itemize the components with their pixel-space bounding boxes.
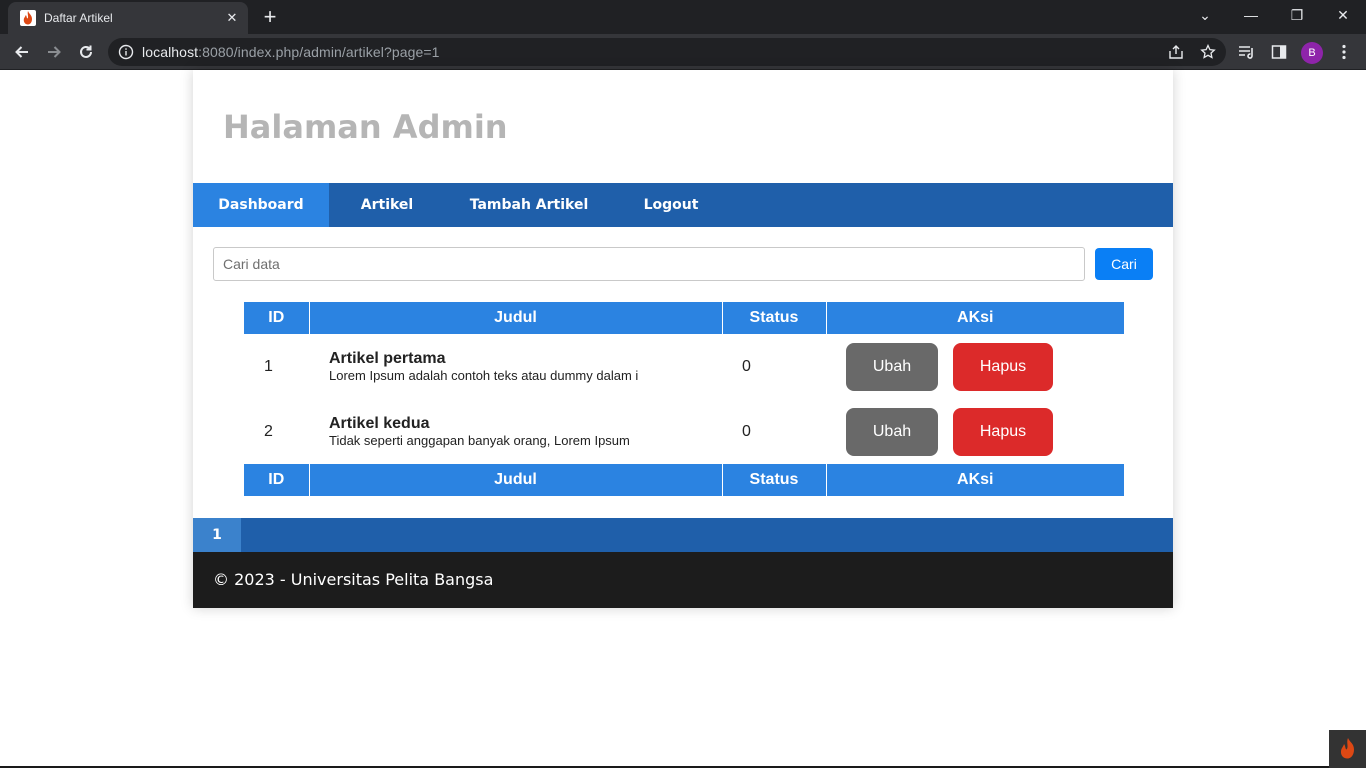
footer-header-id: ID — [244, 464, 310, 496]
url-text: localhost:8080/index.php/admin/artikel?p… — [142, 44, 440, 60]
reading-list-icon[interactable] — [1237, 42, 1257, 62]
browser-toolbar: localhost:8080/index.php/admin/artikel?p… — [0, 34, 1366, 70]
article-table: ID Judul Status AKsi 1 Artikel pertama L… — [244, 302, 1124, 496]
browser-tab-strip: Daftar Artikel ✕ + ⌄ — ❐ ✕ — [0, 0, 1366, 34]
browser-tab[interactable]: Daftar Artikel ✕ — [8, 2, 248, 34]
search-input[interactable] — [213, 247, 1085, 281]
footer-copyright: © 2023 - Universitas Pelita Bangsa — [213, 570, 494, 589]
tab-title: Daftar Artikel — [44, 11, 113, 25]
forward-arrow-icon[interactable] — [42, 40, 66, 64]
delete-button[interactable]: Hapus — [953, 342, 1053, 391]
close-window-button[interactable]: ✕ — [1320, 0, 1366, 30]
column-header-id: ID — [244, 302, 310, 334]
tab-search-chevron-icon[interactable]: ⌄ — [1182, 0, 1228, 30]
article-title: Artikel pertama — [329, 349, 446, 367]
row-id: 2 — [264, 422, 273, 440]
side-panel-icon[interactable] — [1269, 42, 1289, 62]
tab-close-icon[interactable]: ✕ — [224, 10, 240, 26]
profile-avatar[interactable]: B — [1301, 42, 1323, 64]
row-judul: Artikel kedua Tidak seperti anggapan ban… — [309, 399, 722, 464]
row-status: 0 — [742, 422, 751, 440]
search-button[interactable]: Cari — [1095, 248, 1153, 280]
nav-item-tambah-artikel[interactable]: Tambah Artikel — [455, 183, 603, 227]
column-header-status: Status — [722, 302, 827, 334]
page-container: Halaman Admin Dashboard Artikel Tambah A… — [193, 70, 1173, 608]
back-arrow-icon[interactable] — [10, 40, 34, 64]
row-id: 1 — [264, 357, 273, 375]
delete-button[interactable]: Hapus — [953, 407, 1053, 456]
share-icon[interactable] — [1166, 42, 1186, 62]
new-tab-button[interactable]: + — [258, 5, 282, 29]
restore-button[interactable]: ❐ — [1274, 0, 1320, 30]
table-header-row: ID Judul Status AKsi — [244, 302, 1124, 334]
site-info-icon[interactable] — [118, 44, 134, 60]
pagination: 1 — [193, 518, 1173, 552]
reload-icon[interactable] — [74, 40, 98, 64]
edit-button[interactable]: Ubah — [846, 342, 938, 391]
table-row: 2 Artikel kedua Tidak seperti anggapan b… — [244, 399, 1124, 464]
row-actions: Ubah Hapus — [826, 399, 1124, 464]
minimize-button[interactable]: — — [1228, 0, 1274, 30]
bookmark-star-icon[interactable] — [1198, 42, 1218, 62]
nav-item-artikel[interactable]: Artikel — [329, 183, 445, 227]
more-menu-icon[interactable] — [1334, 42, 1354, 62]
codeigniter-debug-toolbar-icon[interactable] — [1329, 730, 1366, 768]
row-actions: Ubah Hapus — [826, 334, 1124, 399]
edit-button[interactable]: Ubah — [846, 407, 938, 456]
article-title: Artikel kedua — [329, 414, 430, 432]
nav-item-logout[interactable]: Logout — [623, 183, 719, 227]
address-bar[interactable]: localhost:8080/index.php/admin/artikel?p… — [108, 38, 1226, 66]
article-excerpt: Lorem Ipsum adalah contoh teks atau dumm… — [329, 367, 639, 383]
url-path: :8080/index.php/admin/artikel?page=1 — [198, 44, 440, 60]
page-link-1[interactable]: 1 — [193, 518, 241, 552]
nav-item-dashboard[interactable]: Dashboard — [193, 183, 329, 227]
footer-header-aksi: AKsi — [826, 464, 1124, 496]
row-status: 0 — [742, 357, 751, 375]
column-header-aksi: AKsi — [826, 302, 1124, 334]
footer-header-status: Status — [722, 464, 827, 496]
page-title: Halaman Admin — [223, 108, 508, 146]
codeigniter-flame-icon — [20, 10, 36, 26]
page-footer: © 2023 - Universitas Pelita Bangsa — [193, 552, 1173, 608]
page-header: Halaman Admin — [193, 70, 1173, 183]
table-row: 1 Artikel pertama Lorem Ipsum adalah con… — [244, 334, 1124, 399]
table-footer-row: ID Judul Status AKsi — [244, 464, 1124, 496]
column-header-judul: Judul — [309, 302, 723, 334]
article-excerpt: Tidak seperti anggapan banyak orang, Lor… — [329, 432, 630, 448]
footer-header-judul: Judul — [309, 464, 723, 496]
main-nav: Dashboard Artikel Tambah Artikel Logout — [193, 183, 1173, 227]
row-judul: Artikel pertama Lorem Ipsum adalah conto… — [309, 334, 722, 399]
url-host: localhost — [142, 44, 199, 60]
